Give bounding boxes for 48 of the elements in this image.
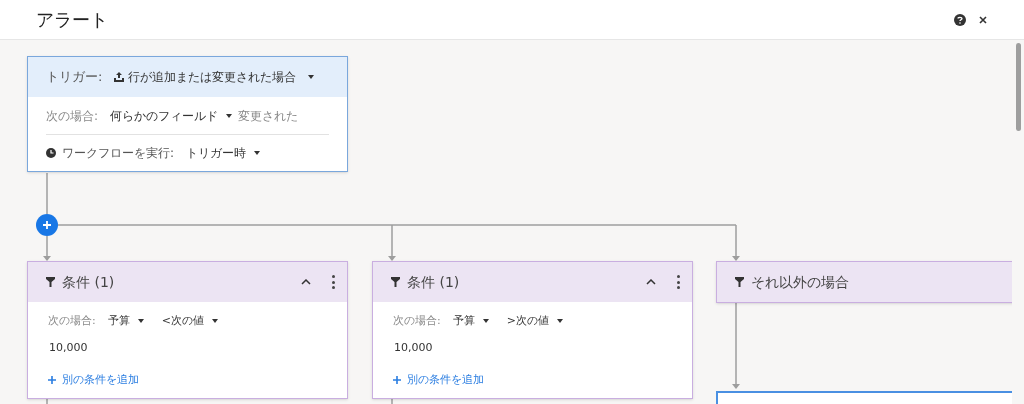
- condition-label: 次の場合:: [46, 107, 99, 125]
- caret-icon: [211, 319, 218, 323]
- connector-arrow: [43, 235, 51, 261]
- chevron-up-icon: [301, 279, 311, 285]
- field-dropdown[interactable]: 予算: [107, 312, 144, 330]
- connector-line: [46, 173, 48, 215]
- caret-icon: [254, 151, 261, 155]
- caret-icon: [226, 113, 233, 118]
- add-condition-link[interactable]: 別の条件を追加: [48, 372, 139, 388]
- condition-label: 次の場合:: [393, 312, 441, 329]
- condition-value: 10,000: [48, 340, 89, 356]
- connector-line: [46, 397, 48, 404]
- chevron-up-icon: [646, 279, 656, 285]
- filter-icon: [391, 277, 400, 287]
- connector-arrow: [732, 224, 740, 261]
- field-dropdown[interactable]: 予算: [452, 312, 489, 330]
- caret-icon: [556, 319, 563, 323]
- scrollbar-thumb[interactable]: [1016, 43, 1021, 131]
- filter-icon: [735, 277, 744, 287]
- else-title: それ以外の場合: [751, 272, 849, 292]
- condition-label: 次の場合:: [48, 312, 96, 329]
- clock-icon: [46, 148, 56, 158]
- run-timing-dropdown[interactable]: トリガー時: [186, 144, 261, 162]
- operator-dropdown[interactable]: >次の値: [506, 312, 563, 330]
- connector-line: [391, 397, 393, 404]
- caret-icon: [308, 75, 315, 79]
- close-button[interactable]: [978, 14, 988, 25]
- window-title: アラート: [36, 8, 109, 32]
- caret-icon: [137, 319, 144, 323]
- plus-icon: [43, 221, 51, 229]
- help-button[interactable]: [954, 13, 966, 26]
- run-label: ワークフローを実行:: [62, 145, 175, 162]
- operator-dropdown[interactable]: <次の値: [161, 312, 218, 330]
- add-condition-link[interactable]: 別の条件を追加: [393, 372, 484, 388]
- plus-icon: [48, 376, 56, 384]
- filter-icon: [46, 277, 55, 287]
- condition-title: 条件 (1): [407, 272, 461, 292]
- field-dropdown[interactable]: 何らかのフィールド: [110, 106, 233, 125]
- change-state-text: 変更された: [238, 107, 299, 125]
- plus-icon: [393, 376, 401, 384]
- upload-icon: [114, 72, 125, 82]
- connector-arrow: [388, 224, 396, 261]
- caret-icon: [482, 319, 489, 323]
- condition-title: 条件 (1): [62, 272, 116, 292]
- trigger-event-dropdown[interactable]: 行が追加または変更された場合: [114, 68, 315, 86]
- trigger-label: トリガー:: [46, 68, 103, 87]
- add-step-button[interactable]: [36, 214, 58, 236]
- condition-value: 10,000: [393, 340, 434, 356]
